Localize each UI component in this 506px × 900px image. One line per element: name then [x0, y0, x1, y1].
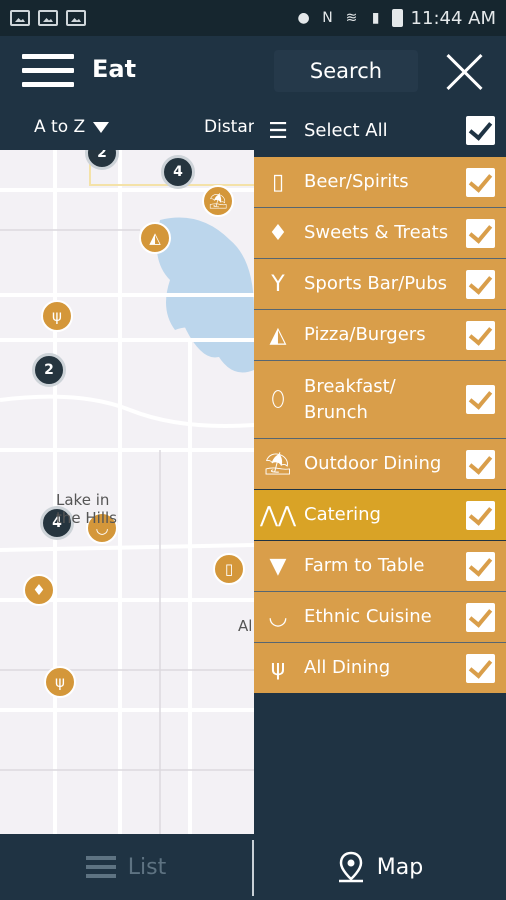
filter-checkbox[interactable] [466, 385, 495, 414]
map-cluster[interactable]: 4 [161, 155, 195, 189]
filter-ethnic-cuisine[interactable]: ◡ Ethnic Cuisine [254, 592, 506, 642]
filter-label: All Dining [304, 657, 391, 678]
filter-label: Sweets & Treats [304, 222, 449, 243]
filter-label: Select All [304, 120, 388, 141]
filter-label-line2: Brunch [304, 402, 368, 423]
sort-bar: A to Z Distance [0, 106, 254, 150]
filter-label: Catering [304, 504, 381, 525]
filter-checkbox[interactable] [466, 552, 495, 581]
clock: 11:44 AM [410, 7, 496, 29]
filter-beer-spirits[interactable]: ▯ Beer/Spirits [254, 157, 506, 207]
filter-catering[interactable]: ⋀⋀ Catering [254, 490, 506, 540]
search-button[interactable]: Search [274, 50, 418, 92]
carrot-icon: ▼ [269, 553, 287, 579]
close-icon[interactable] [444, 52, 484, 92]
tab-map-label: Map [376, 854, 424, 880]
filter-label: Outdoor Dining [304, 453, 442, 474]
sort-distance-button[interactable]: Distance [204, 117, 254, 137]
filter-sweets-treats[interactable]: ♦ Sweets & Treats [254, 208, 506, 258]
filter-checkbox[interactable] [466, 321, 495, 350]
photo-notification-icon [10, 10, 30, 26]
gallery-notification-icon [38, 10, 58, 26]
filter-label: Pizza/Burgers [304, 324, 426, 345]
tab-list-label: List [127, 854, 167, 880]
sweets-pin[interactable]: ♦ [23, 574, 55, 606]
egg-icon: ⬯ [271, 387, 285, 412]
pizza-pin[interactable]: ◭ [139, 222, 171, 254]
catering-icon: ⋀⋀ [259, 502, 297, 528]
map-place-label: Lake in [56, 491, 110, 509]
category-filter-panel: ☰ Select All ▯ Beer/Spirits ♦ Sweets & T… [254, 106, 506, 834]
ice-cream-icon: ♦ [268, 220, 288, 246]
app-bar: Eat Search [0, 36, 506, 106]
menu-icon[interactable] [22, 52, 74, 90]
map-pin-icon [338, 851, 363, 883]
sort-order-dropdown[interactable]: A to Z [34, 117, 110, 137]
beer-pin[interactable]: ▯ [213, 553, 245, 585]
umbrella-table-icon: ⛱ [264, 451, 292, 477]
tab-map[interactable]: Map [254, 834, 506, 900]
filter-checkbox[interactable] [466, 501, 495, 530]
map-place-label: Al [238, 617, 253, 635]
filter-checkbox[interactable] [466, 603, 495, 632]
filter-label: Sports Bar/Pubs [304, 273, 448, 294]
battery-icon [391, 9, 403, 27]
location-icon: ● [297, 10, 310, 26]
filter-sports-bar-pubs[interactable]: Y Sports Bar/Pubs [254, 259, 506, 309]
checklist-icon: ☰ [268, 118, 288, 144]
nfc-icon: N [322, 10, 333, 26]
map-cluster[interactable]: 2 [32, 353, 66, 387]
select-all-checkbox[interactable] [466, 116, 495, 145]
bottom-tab-bar: List Map [0, 834, 506, 900]
filter-label: Beer/Spirits [304, 171, 409, 192]
list-icon [85, 856, 116, 878]
tab-list[interactable]: List [0, 834, 252, 900]
utensils-icon: ψ [270, 655, 286, 681]
filter-breakfast-brunch[interactable]: ⬯ Breakfast/ Brunch [254, 361, 506, 438]
filter-label: Farm to Table [304, 555, 425, 576]
notification-icons [10, 10, 86, 26]
filter-checkbox[interactable] [466, 168, 495, 197]
bowl-icon: ◡ [268, 604, 288, 630]
pizza-icon: ◭ [269, 322, 287, 348]
outdoor-dining-pin[interactable]: ⛱ [202, 185, 234, 217]
filter-checkbox[interactable] [466, 450, 495, 479]
mail-notification-icon [66, 10, 86, 26]
caret-down-icon [93, 121, 110, 133]
dining-pin[interactable]: ψ [41, 300, 73, 332]
filter-checkbox[interactable] [466, 270, 495, 299]
map-background [0, 150, 254, 834]
signal-icon: ▮ [371, 10, 380, 26]
filter-farm-to-table[interactable]: ▼ Farm to Table [254, 541, 506, 591]
filter-outdoor-dining[interactable]: ⛱ Outdoor Dining [254, 439, 506, 489]
filter-select-all[interactable]: ☰ Select All [254, 106, 506, 156]
cocktail-icon: Y [271, 271, 285, 297]
filter-checkbox[interactable] [466, 219, 495, 248]
filter-checkbox[interactable] [466, 654, 495, 683]
filter-label: Breakfast/ [304, 376, 396, 397]
filter-all-dining[interactable]: ψ All Dining [254, 643, 506, 693]
filter-pizza-burgers[interactable]: ◭ Pizza/Burgers [254, 310, 506, 360]
wifi-icon: ≋ [345, 10, 358, 26]
filter-label: Ethnic Cuisine [304, 606, 432, 627]
map-place-label: the Hills [56, 509, 117, 527]
page-title: Eat [92, 55, 137, 83]
status-bar: ● N ≋ ▮ 11:44 AM [0, 0, 506, 36]
sort-order-label: A to Z [34, 117, 86, 137]
mug-icon: ▯ [271, 169, 285, 195]
map-view[interactable]: 2 4 2 4 ⛱ ◭ ψ ◡ ▯ ♦ ψ Lake in the Hills … [0, 150, 254, 834]
dining-pin[interactable]: ψ [44, 666, 76, 698]
